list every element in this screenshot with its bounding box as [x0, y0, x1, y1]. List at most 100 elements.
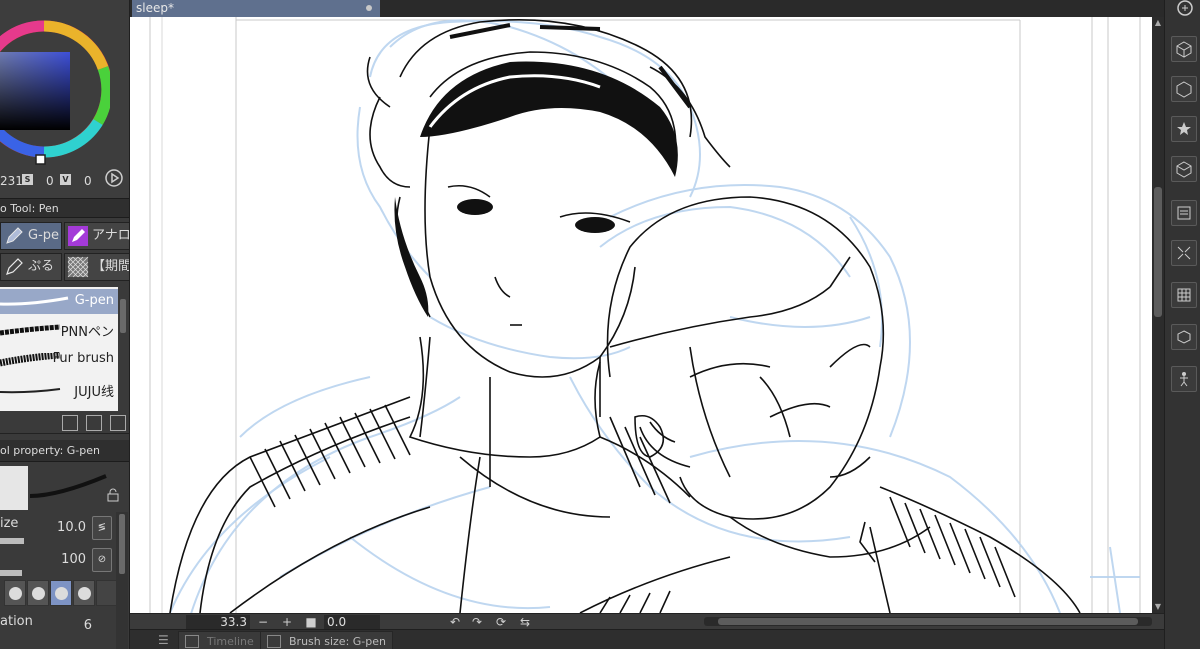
- opacity-settings-button[interactable]: ⊘: [92, 548, 112, 572]
- brush-item-gpen[interactable]: G-pen: [0, 289, 118, 314]
- tip-shape-option[interactable]: [4, 580, 26, 606]
- opacity-value[interactable]: 100: [61, 552, 86, 567]
- brush-label: PNNペン: [60, 325, 114, 340]
- hamburger-menu-icon[interactable]: ☰: [158, 633, 172, 647]
- brush-label: G-pen: [74, 293, 114, 308]
- layer-property-icon[interactable]: [1171, 200, 1197, 226]
- scroll-thumb[interactable]: [1154, 187, 1162, 317]
- brush-size-label: ize: [0, 516, 19, 531]
- drawing-canvas[interactable]: [130, 17, 1152, 613]
- value-value[interactable]: 0: [84, 174, 92, 188]
- figure-icon[interactable]: [1171, 366, 1197, 392]
- duplicate-icon[interactable]: [86, 415, 102, 431]
- subtool-tab-label: ぷる: [28, 259, 55, 274]
- brush-stroke-preview: [0, 388, 61, 394]
- material-icon[interactable]: [1171, 156, 1197, 182]
- value-badge: V: [60, 174, 71, 185]
- subtool-tab-label: 【期間: [92, 259, 130, 274]
- brush-stroke-preview: [0, 296, 69, 306]
- cube-icon[interactable]: [1171, 36, 1197, 62]
- lock-icon[interactable]: [106, 488, 120, 502]
- scroll-up-arrow-icon[interactable]: ▲: [1152, 17, 1164, 29]
- opacity-slider[interactable]: [0, 570, 22, 576]
- hue-value[interactable]: 231: [0, 174, 23, 188]
- brush-label: JUJU线: [74, 385, 114, 400]
- rotate-left-icon[interactable]: ↶: [448, 614, 462, 630]
- timeline-tab-label: Timeline: [207, 635, 254, 648]
- saturation-badge: S: [22, 174, 33, 185]
- saturation-value[interactable]: 0: [46, 174, 54, 188]
- scroll-thumb[interactable]: [120, 299, 126, 333]
- subtool-tab-label: アナロ: [92, 228, 130, 243]
- brush-size-tab-label: Brush size: G-pen: [289, 635, 386, 648]
- tool-property-scrollbar[interactable]: [116, 512, 128, 649]
- timeline-tab[interactable]: Timeline: [178, 631, 261, 649]
- import-icon[interactable]: [62, 415, 78, 431]
- close-dot-icon[interactable]: [366, 5, 372, 11]
- subtool-tab-puru[interactable]: ぷる: [0, 253, 62, 281]
- rotation-field[interactable]: 0.0: [324, 615, 380, 629]
- scroll-thumb[interactable]: [718, 618, 1138, 625]
- timeline-icon: [185, 635, 199, 648]
- subtool-tab-label: G-pe: [28, 228, 60, 243]
- star-icon[interactable]: [1171, 116, 1197, 142]
- scroll-down-arrow-icon[interactable]: ▼: [1152, 601, 1164, 613]
- analog-pen-icon: [68, 225, 88, 246]
- flip-icon[interactable]: ⇆: [518, 614, 532, 630]
- brush-size-tab[interactable]: Brush size: G-pen: [260, 631, 393, 649]
- tip-shape-option[interactable]: [27, 580, 49, 606]
- chevron-down-icon[interactable]: [96, 580, 118, 606]
- brush-size-row: ize 10.0 ≶: [0, 514, 114, 544]
- collapse-icon[interactable]: [1175, 0, 1195, 18]
- brush-stroke-sample: [29, 474, 107, 498]
- cube-outline-icon[interactable]: [1171, 76, 1197, 102]
- brush-list: G-pen PNNペン Fur brush JUJU线: [0, 287, 118, 411]
- tip-shape-option[interactable]: [50, 580, 72, 606]
- rotate-right-icon[interactable]: ↷: [470, 614, 484, 630]
- tool-property-header: ol property: G-pen: [0, 440, 129, 462]
- brush-size-pressure-button[interactable]: ≶: [92, 516, 112, 540]
- brush-tip-shapes: [0, 578, 118, 608]
- opacity-row: 100 ⊘: [0, 546, 114, 576]
- tip-shape-option[interactable]: [73, 580, 95, 606]
- reset-rotation-icon[interactable]: ⟳: [494, 614, 508, 630]
- grid-icon[interactable]: [1171, 282, 1197, 308]
- brush-tip-swatch: [0, 466, 28, 510]
- subtool-tab-gpen[interactable]: G-pe: [0, 222, 62, 250]
- brush-item-juju[interactable]: JUJU线: [0, 377, 118, 402]
- brush-list-scrollbar[interactable]: [118, 287, 128, 411]
- texture-icon: [67, 256, 89, 277]
- brush-size-value[interactable]: 10.0: [57, 520, 86, 535]
- zoom-out-button[interactable]: −: [256, 614, 270, 630]
- cube-small-icon[interactable]: [1171, 324, 1197, 350]
- navigator-bar: 33.3 − + ■ 0.0 ↶ ↷ ⟳ ⇆: [130, 613, 1164, 629]
- canvas-vertical-scrollbar[interactable]: ▲ ▼: [1152, 17, 1164, 613]
- trash-icon[interactable]: [110, 415, 126, 431]
- right-icon-strip: [1164, 0, 1200, 649]
- zoom-field[interactable]: 33.3: [186, 615, 250, 629]
- transform-icon[interactable]: [1171, 240, 1197, 266]
- stabilization-row: ation 6: [0, 612, 114, 642]
- fit-square-icon[interactable]: ■: [304, 614, 318, 630]
- artwork: [149, 17, 1141, 613]
- stabilization-value[interactable]: 6: [84, 618, 92, 633]
- subtool-tab-analog[interactable]: アナロ: [64, 222, 130, 250]
- brush-item-pnn[interactable]: PNNペン: [0, 317, 118, 342]
- brush-actions-bar: [0, 412, 129, 434]
- brush-stroke-preview: [0, 324, 61, 336]
- subtool-tab-limited[interactable]: 【期間: [64, 253, 130, 281]
- brush-item-fur[interactable]: Fur brush: [0, 347, 118, 372]
- document-tab[interactable]: sleep*: [132, 0, 380, 17]
- status-bar: ☰ Timeline Brush size: G-pen: [130, 629, 1200, 649]
- stabilization-label: ation: [0, 614, 33, 629]
- color-wheel[interactable]: [0, 12, 110, 166]
- subtool-panel-header: o Tool: Pen: [0, 198, 129, 218]
- brush-icon: [267, 635, 281, 648]
- play-icon[interactable]: [104, 168, 124, 188]
- canvas-horizontal-scrollbar[interactable]: [704, 617, 1152, 626]
- pen-icon: [6, 226, 23, 244]
- document-tab-bar: sleep*: [130, 0, 1170, 17]
- zoom-in-button[interactable]: +: [280, 614, 294, 630]
- brush-size-slider[interactable]: [0, 538, 24, 544]
- scroll-thumb[interactable]: [119, 514, 125, 574]
